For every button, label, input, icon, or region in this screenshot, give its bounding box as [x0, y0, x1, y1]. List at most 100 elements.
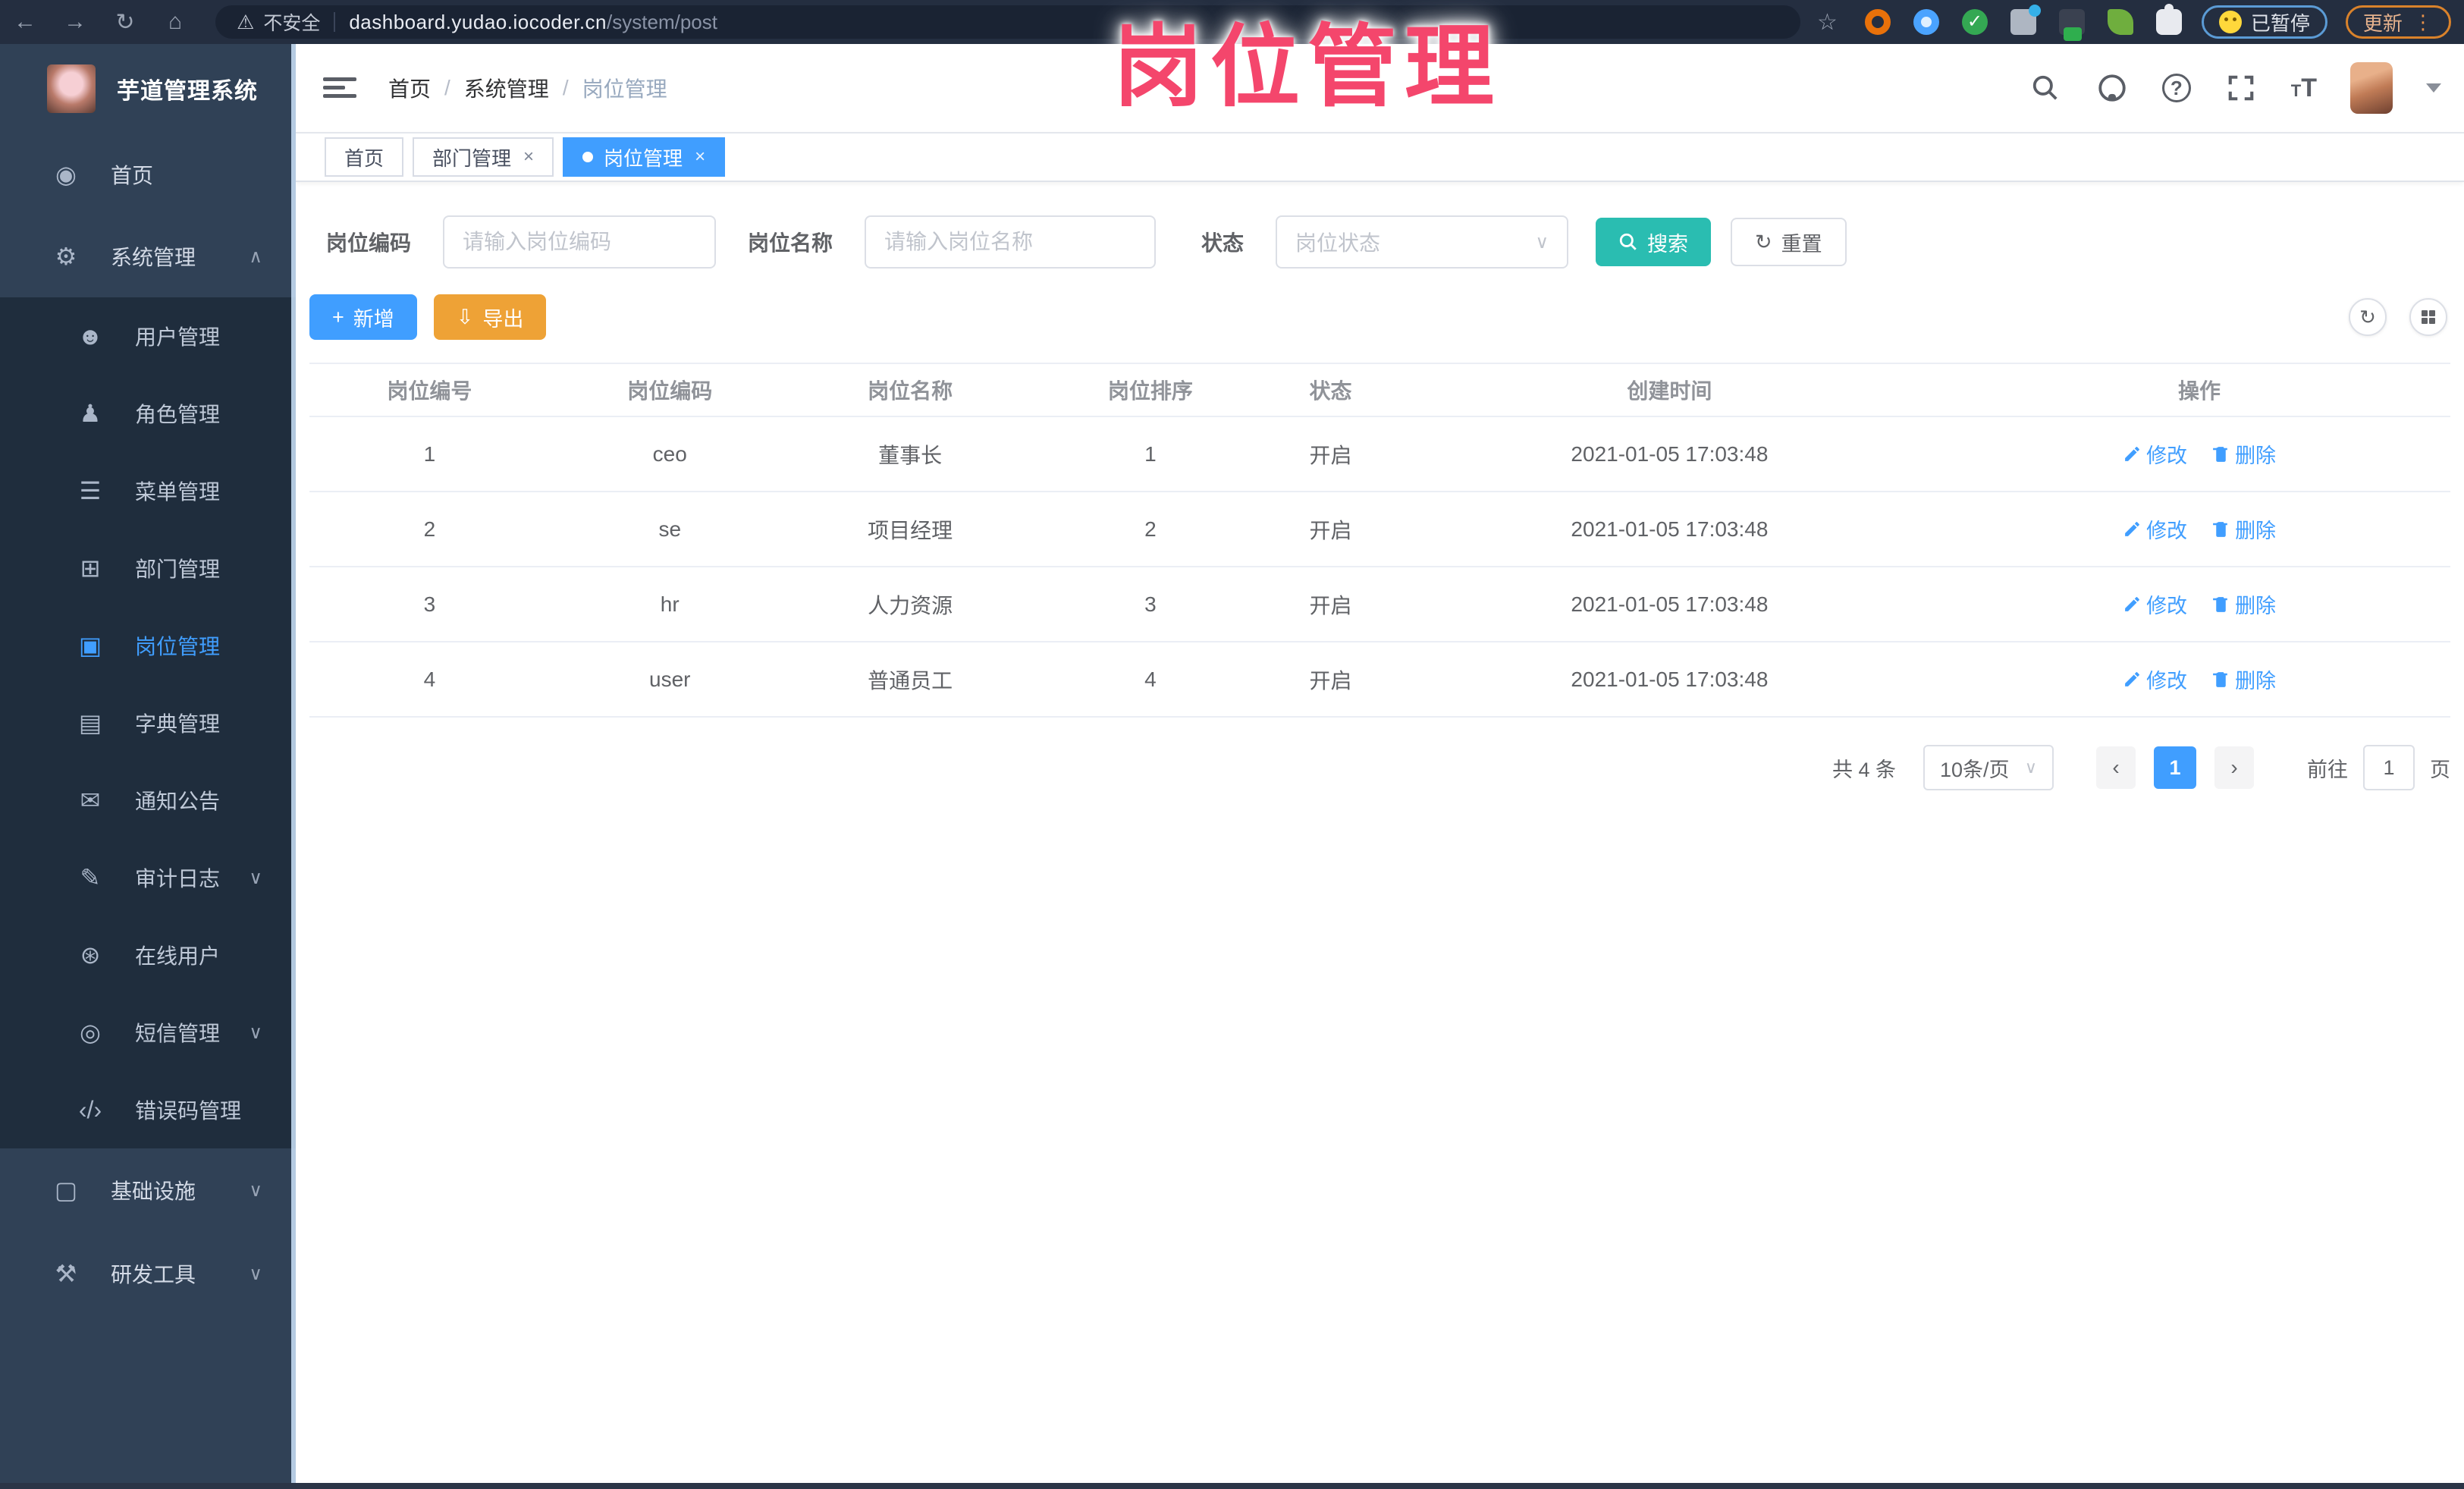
sidebar-item-在线用户[interactable]: ⊛ 在线用户	[0, 916, 296, 994]
browser-forward-icon[interactable]: →	[50, 9, 100, 35]
tab-部门管理[interactable]: 部门管理 ×	[413, 137, 554, 177]
page-size-value: 10条/页	[1940, 758, 2010, 781]
breadcrumb-item: 岗位管理	[582, 77, 667, 101]
delete-link[interactable]: 删除	[2211, 589, 2276, 619]
sidebar-item-角色管理[interactable]: ♟ 角色管理	[0, 375, 296, 452]
post-code-input[interactable]	[443, 215, 717, 269]
cell-post-code: ceo	[549, 416, 790, 492]
download-icon: ⇩	[456, 305, 474, 328]
sidebar-item-基础设施[interactable]: ▢ 基础设施 ∨	[0, 1148, 296, 1232]
browser-reload-icon[interactable]: ↻	[100, 9, 150, 36]
cell-post-name: 普通员工	[789, 642, 1031, 718]
prev-page-button[interactable]: ‹	[2096, 746, 2136, 789]
menu-fold-icon[interactable]	[323, 73, 356, 103]
sidebar-item-首页[interactable]: ◉ 首页	[0, 134, 296, 215]
refresh-icon: ↻	[1755, 230, 1772, 253]
cell-post-code: hr	[549, 567, 790, 642]
sidebar-scrollbar[interactable]	[291, 44, 296, 1489]
fullscreen-icon[interactable]	[2224, 71, 2258, 105]
delete-link[interactable]: 删除	[2211, 514, 2276, 544]
edit-link[interactable]: 修改	[2123, 664, 2187, 694]
close-icon[interactable]: ×	[523, 146, 534, 168]
sidebar-item-通知公告[interactable]: ✉ 通知公告	[0, 762, 296, 839]
sidebar-item-研发工具[interactable]: ⚒ 研发工具 ∨	[0, 1232, 296, 1315]
browser-back-icon[interactable]: ←	[0, 9, 50, 35]
role-icon: ♟	[79, 400, 102, 427]
next-page-button[interactable]: ›	[2214, 746, 2254, 789]
page-header: 首页 / 系统管理 / 岗位管理 ? TT	[296, 44, 2464, 134]
extension-orange-icon[interactable]	[1864, 9, 1891, 35]
sidebar-item-用户管理[interactable]: ☻ 用户管理	[0, 297, 296, 375]
breadcrumb-item[interactable]: 系统管理	[464, 73, 549, 103]
sidebar-item-label: 错误码管理	[135, 1099, 242, 1123]
chevron-down-icon: ∨	[249, 1180, 262, 1201]
posts-table: 岗位编号 岗位编码 岗位名称 岗位排序 状态 创建时间 操作 1 ceo 董事长 1 开启 2021-…	[309, 363, 2450, 718]
goto-label: 前往	[2307, 758, 2348, 781]
cell-actions: 修改 删除	[1948, 416, 2450, 492]
extensions-puzzle-icon[interactable]	[2155, 4, 2182, 35]
post-name-input[interactable]	[865, 215, 1157, 269]
tab-岗位管理[interactable]: 岗位管理 ×	[563, 137, 726, 177]
column-settings-button[interactable]	[2409, 298, 2447, 336]
sidebar: 芋道管理系统 ◉ 首页 ⚙ 系统管理 ∧ ☻ 用户管理 ♟ 角色管理 ☰ 菜单管理 ⊞ 部门管理 ▣ 岗位管…	[0, 44, 296, 1489]
sidebar-item-错误码管理[interactable]: ‹/› 错误码管理	[0, 1071, 296, 1148]
pagination-total: 共 4 条	[1832, 758, 1896, 781]
sidebar-item-菜单管理[interactable]: ☰ 菜单管理	[0, 452, 296, 529]
current-page-button[interactable]: 1	[2154, 746, 2196, 789]
font-size-icon[interactable]: TT	[2291, 74, 2317, 103]
reset-button[interactable]: ↻ 重置	[1731, 218, 1847, 266]
close-icon[interactable]: ×	[695, 146, 705, 168]
browser-home-icon[interactable]: ⌂	[150, 9, 200, 35]
cell-created-time: 2021-01-05 17:03:48	[1390, 567, 1949, 642]
sidebar-item-审计日志[interactable]: ✎ 审计日志 ∨	[0, 839, 296, 916]
delete-link[interactable]: 删除	[2211, 664, 2276, 694]
add-button[interactable]: + 新增	[309, 294, 417, 340]
gear-icon: ⚙	[55, 243, 77, 270]
cell-post-id: 1	[309, 416, 550, 492]
plus-icon: +	[332, 305, 344, 328]
extensions-area: ✓	[1864, 4, 2182, 41]
tab-首页[interactable]: 首页	[325, 137, 404, 177]
sidebar-item-字典管理[interactable]: ▤ 字典管理	[0, 684, 296, 762]
edit-link[interactable]: 修改	[2123, 589, 2187, 619]
sidebar-item-部门管理[interactable]: ⊞ 部门管理	[0, 529, 296, 607]
bookmark-star-icon[interactable]: ☆	[1817, 9, 1838, 36]
app-logo-row[interactable]: 芋道管理系统	[0, 44, 296, 134]
sidebar-item-系统管理[interactable]: ⚙ 系统管理 ∧	[0, 215, 296, 297]
search-icon[interactable]	[2029, 71, 2062, 105]
breadcrumb-item[interactable]: 首页	[388, 73, 431, 103]
goto-page-input[interactable]	[2363, 745, 2415, 790]
extension-tag-manager-icon[interactable]	[2058, 9, 2085, 41]
avatar-caret-icon[interactable]	[2426, 83, 2441, 100]
extension-pin-icon[interactable]	[1913, 9, 1939, 35]
status-select-placeholder: 岗位状态	[1295, 231, 1381, 255]
search-button[interactable]: 搜索	[1596, 218, 1712, 266]
refresh-table-button[interactable]: ↻	[2349, 298, 2387, 336]
user-avatar[interactable]	[2350, 62, 2393, 114]
status-select[interactable]: 岗位状态 ∨	[1276, 215, 1569, 269]
sidebar-item-短信管理[interactable]: ◎ 短信管理 ∨	[0, 994, 296, 1071]
edit-link[interactable]: 修改	[2123, 439, 2187, 469]
update-badge[interactable]: 更新 ⋮	[2345, 5, 2451, 39]
sms-icon: ◎	[80, 1019, 101, 1046]
table-settings: ↻	[2349, 298, 2450, 336]
export-button[interactable]: ⇩ 导出	[433, 294, 547, 340]
help-icon[interactable]: ?	[2161, 74, 2191, 102]
paused-badge-label: 已暂停	[2250, 11, 2310, 35]
column-header: 操作	[1948, 363, 2450, 417]
sidebar-item-岗位管理[interactable]: ▣ 岗位管理	[0, 607, 296, 684]
delete-link[interactable]: 删除	[2211, 439, 2276, 469]
extension-check-icon[interactable]: ✓	[1961, 9, 1988, 35]
extension-leaf-icon[interactable]	[2107, 9, 2133, 35]
page-size-select[interactable]: 10条/页 ∨	[1923, 745, 2054, 790]
extension-sliders-icon[interactable]	[2010, 5, 2041, 35]
browser-menu-icon[interactable]: ⋮	[2413, 11, 2434, 34]
edit-link[interactable]: 修改	[2123, 514, 2187, 544]
paused-badge[interactable]: 已暂停	[2201, 5, 2327, 39]
cell-post-code: user	[549, 642, 790, 718]
sidebar-item-label: 研发工具	[111, 1263, 196, 1286]
cell-post-code: se	[549, 492, 790, 567]
address-bar[interactable]: ⚠ 不安全 dashboard.yudao.iocoder.cn /system…	[215, 5, 1800, 39]
github-icon[interactable]	[2095, 71, 2129, 105]
cell-post-name: 董事长	[789, 416, 1031, 492]
